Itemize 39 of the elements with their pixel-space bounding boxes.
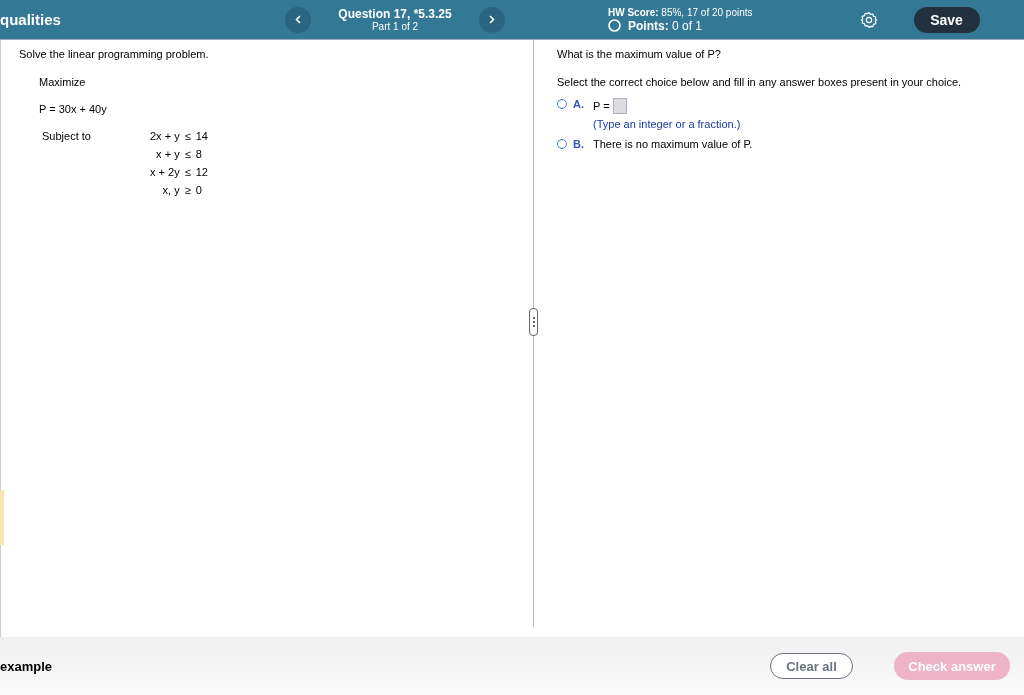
constraint-rhs: 0	[195, 184, 203, 196]
question-title: Question 17, *5.3.25	[338, 7, 452, 21]
part-label: Part 1 of 2	[371, 21, 419, 32]
status-circle-icon	[608, 19, 621, 32]
choice-text: P =	[593, 100, 610, 112]
next-button[interactable]	[479, 6, 505, 33]
constraint-rhs: 14	[195, 130, 208, 142]
constraint-lhs: x + y	[155, 148, 180, 160]
constraint-lhs: 2x + y	[150, 130, 180, 142]
hw-score: HW Score: 85%, 17 of 20 points	[608, 6, 753, 18]
points-text: Points: 0 of 1	[628, 18, 703, 33]
constraint-rhs: 8	[195, 148, 203, 160]
choice-letter: B.	[573, 138, 585, 150]
choice-text: There is no maximum value of P.	[593, 138, 753, 150]
constraint-lhs: x, y	[161, 184, 180, 196]
assignment-title: qualities	[0, 10, 61, 28]
question-text: What is the maximum value of P?	[557, 48, 722, 60]
settings-icon[interactable]	[859, 10, 878, 29]
constraint-operator: ≥	[184, 184, 191, 196]
resize-handle[interactable]	[529, 308, 538, 336]
answer-hint: (Type an integer or a fraction.)	[593, 118, 741, 130]
footer-label: example	[0, 658, 54, 674]
objective-label: Maximize	[39, 76, 87, 88]
objective-function: P = 30x + 40y	[39, 103, 108, 115]
save-button[interactable]: Save	[913, 6, 980, 33]
chevron-right-icon	[489, 15, 495, 24]
constraint-operator: ≤	[184, 130, 191, 142]
previous-button[interactable]	[285, 6, 311, 33]
answer-box[interactable]	[612, 98, 627, 114]
problem-instruction: Solve the linear programming problem.	[19, 48, 210, 60]
clear-all-button[interactable]: Clear all	[770, 653, 853, 679]
subject-to-label: Subject to	[42, 130, 92, 144]
constraint-operator: ≤	[184, 166, 191, 178]
answer-instruction: Select the correct choice below and fill in any answer boxes present in your choice.	[557, 76, 963, 88]
chevron-left-icon	[295, 15, 301, 24]
constraint-lhs: x + 2y	[150, 166, 180, 178]
constraint-operator: ≤	[184, 148, 191, 160]
constraint-rhs: 12	[195, 166, 208, 178]
choice-letter: A.	[573, 98, 585, 110]
